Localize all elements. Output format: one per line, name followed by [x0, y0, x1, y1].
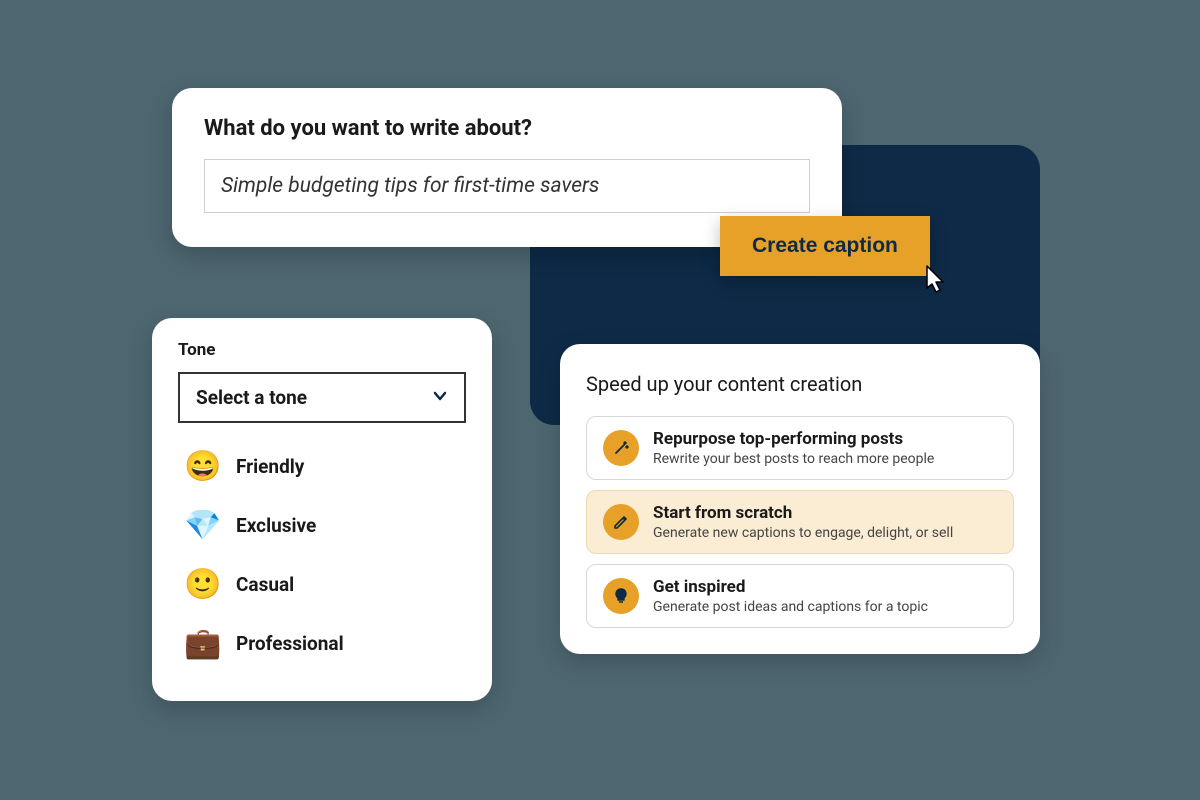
- speed-option-title: Get inspired: [653, 577, 928, 597]
- speed-option-desc: Generate post ideas and captions for a t…: [653, 599, 928, 615]
- wand-icon: [603, 430, 639, 466]
- tone-label: Tone: [178, 340, 466, 360]
- speed-option-repurpose[interactable]: Repurpose top-performing posts Rewrite y…: [586, 416, 1014, 480]
- tone-option-casual[interactable]: 🙂 Casual: [178, 555, 466, 614]
- tone-card: Tone Select a tone 😄 Friendly 💎 Exclusiv…: [152, 318, 492, 701]
- lightbulb-icon: [603, 578, 639, 614]
- speed-card: Speed up your content creation Repurpose…: [560, 344, 1040, 654]
- tone-option-exclusive[interactable]: 💎 Exclusive: [178, 496, 466, 555]
- tone-option-label: Professional: [236, 632, 344, 655]
- create-caption-button[interactable]: Create caption: [720, 216, 930, 276]
- speed-option-desc: Rewrite your best posts to reach more pe…: [653, 451, 934, 467]
- tone-option-professional[interactable]: 💼 Professional: [178, 614, 466, 673]
- prompt-input[interactable]: [204, 159, 810, 213]
- chevron-down-icon: [432, 388, 448, 408]
- tone-option-label: Friendly: [236, 455, 304, 478]
- speed-option-title: Start from scratch: [653, 503, 953, 523]
- speed-option-inspired[interactable]: Get inspired Generate post ideas and cap…: [586, 564, 1014, 628]
- speed-option-title: Repurpose top-performing posts: [653, 429, 934, 449]
- pencil-icon: [603, 504, 639, 540]
- prompt-title: What do you want to write about?: [204, 116, 810, 141]
- tone-option-label: Exclusive: [236, 514, 316, 537]
- speed-title: Speed up your content creation: [586, 372, 1014, 396]
- diamond-emoji-icon: 💎: [184, 508, 220, 543]
- tone-select-placeholder: Select a tone: [196, 386, 307, 409]
- slight-smile-emoji-icon: 🙂: [184, 567, 220, 602]
- speed-option-desc: Generate new captions to engage, delight…: [653, 525, 953, 541]
- briefcase-emoji-icon: 💼: [184, 626, 220, 661]
- smile-emoji-icon: 😄: [184, 449, 220, 484]
- speed-option-scratch[interactable]: Start from scratch Generate new captions…: [586, 490, 1014, 554]
- tone-option-label: Casual: [236, 573, 294, 596]
- tone-select[interactable]: Select a tone: [178, 372, 466, 423]
- tone-option-friendly[interactable]: 😄 Friendly: [178, 437, 466, 496]
